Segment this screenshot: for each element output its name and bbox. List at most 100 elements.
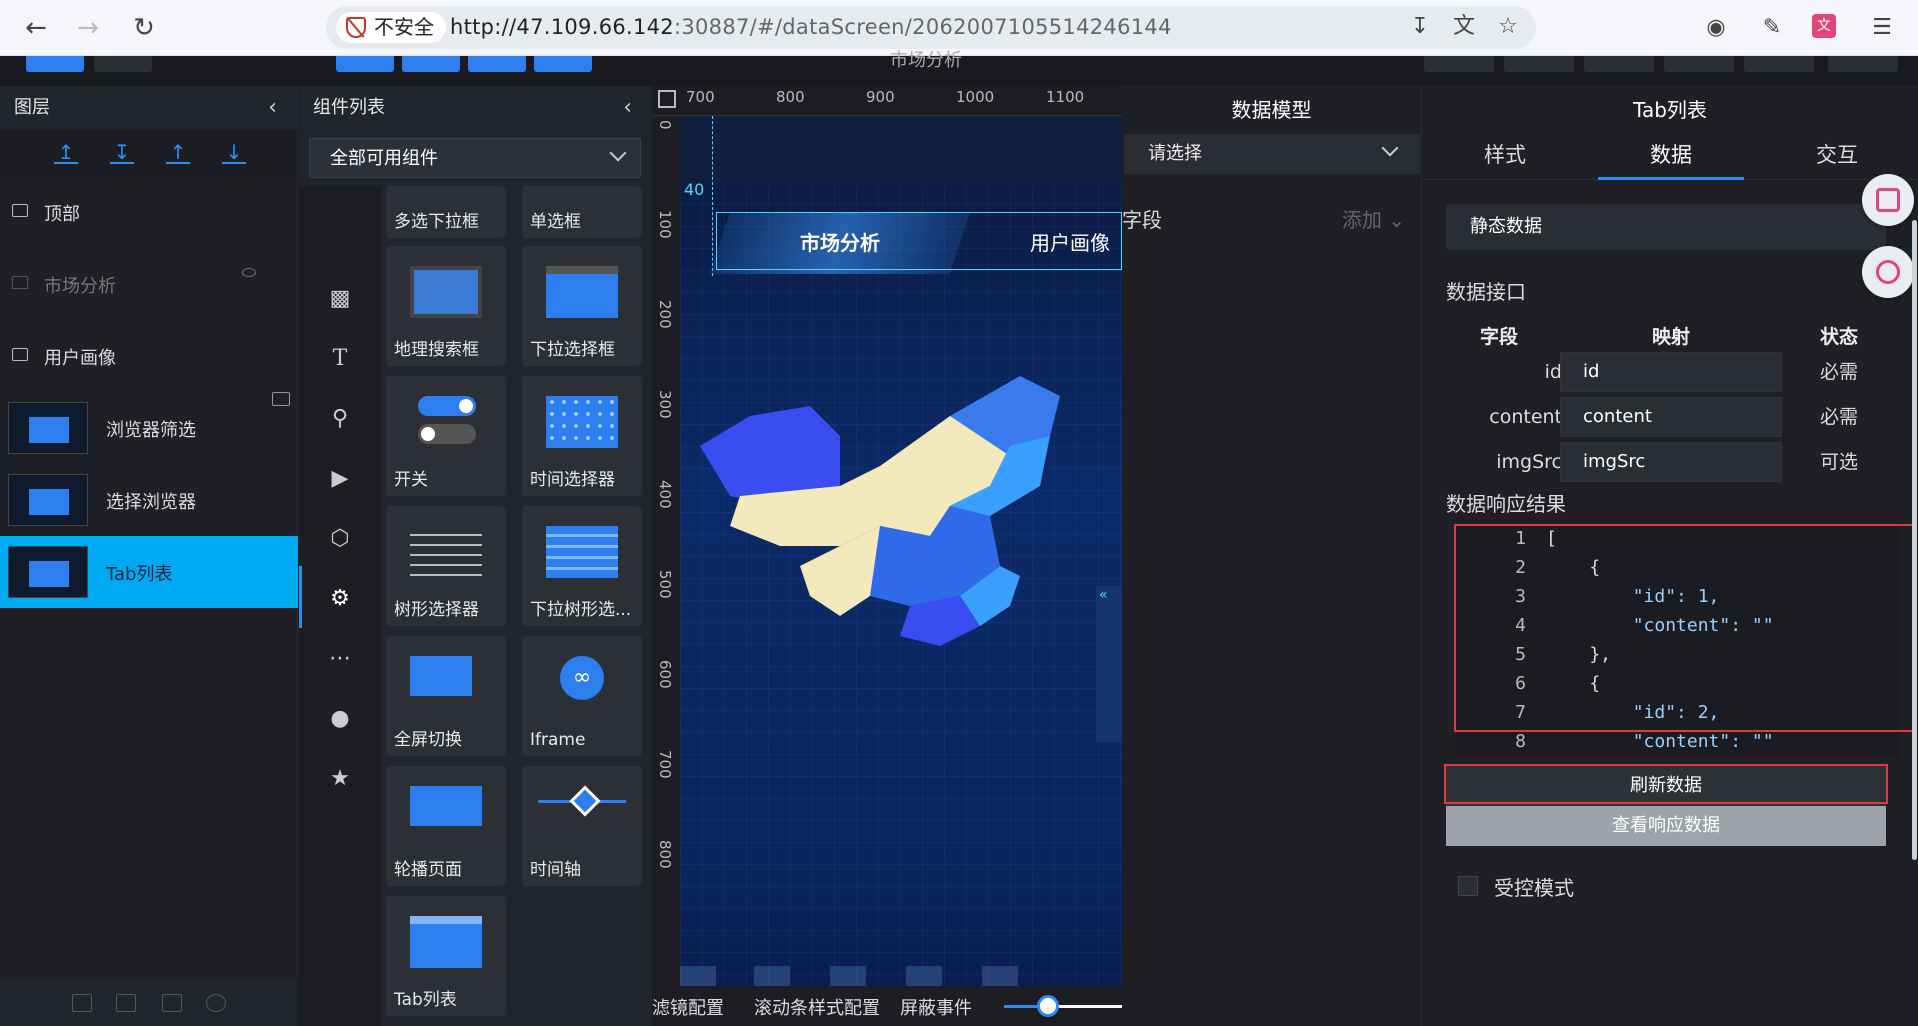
hidden-eye-icon[interactable] bbox=[242, 268, 256, 277]
delete-icon[interactable] bbox=[116, 994, 136, 1012]
component-card[interactable]: 下拉选择框 bbox=[522, 246, 642, 366]
shield-icon bbox=[346, 17, 366, 38]
apps-float-icon[interactable] bbox=[1862, 174, 1914, 226]
publish-button[interactable] bbox=[1584, 56, 1654, 72]
tab-interaction[interactable]: 交互 bbox=[1754, 134, 1918, 176]
chevron-down-icon bbox=[609, 144, 627, 162]
data-source-select[interactable]: 静态数据 bbox=[1446, 204, 1886, 250]
security-indicator[interactable]: 不安全 bbox=[336, 12, 446, 43]
china-map[interactable] bbox=[690, 376, 1110, 776]
component-filter-select[interactable]: 全部可用组件 bbox=[309, 138, 641, 178]
collapse-icon[interactable]: ‹ bbox=[268, 86, 277, 130]
card-label: Tab列表 bbox=[394, 990, 457, 1010]
expand-icon[interactable]: « bbox=[1096, 586, 1122, 604]
block-events-tab[interactable]: 屏蔽事件 bbox=[900, 994, 972, 1020]
data-model-select[interactable]: 请选择 bbox=[1124, 134, 1420, 174]
move-top-icon[interactable]: ↑ bbox=[166, 140, 190, 164]
move-bottom-icon[interactable]: ↓ bbox=[222, 140, 246, 164]
folder-icon[interactable] bbox=[72, 994, 92, 1012]
component-card[interactable]: ∞ Iframe bbox=[522, 636, 642, 756]
header-button-2[interactable] bbox=[94, 56, 152, 72]
address-bar[interactable]: 不安全 http://47.109.66.142:30887/#/dataScr… bbox=[326, 6, 1536, 49]
tab-style[interactable]: 样式 bbox=[1422, 134, 1588, 176]
move-up-icon[interactable]: ↥ bbox=[54, 140, 78, 164]
ruler-corner-icon[interactable] bbox=[658, 90, 676, 108]
eye-icon[interactable] bbox=[206, 994, 226, 1012]
menu-icon[interactable]: ☰ bbox=[1868, 14, 1896, 42]
selection-box[interactable] bbox=[716, 212, 1122, 270]
reload-icon[interactable]: ↻ bbox=[128, 12, 160, 44]
offset-label: 40 bbox=[684, 180, 705, 199]
record-button[interactable] bbox=[1504, 56, 1574, 72]
controlled-mode-checkbox[interactable] bbox=[1458, 876, 1478, 896]
view-response-button[interactable]: 查看响应数据 bbox=[1446, 806, 1886, 846]
component-card[interactable]: 树形选择器 bbox=[386, 506, 506, 626]
mapping-input[interactable]: content bbox=[1560, 397, 1782, 437]
component-card[interactable]: 下拉树形选... bbox=[522, 506, 642, 626]
component-card[interactable]: 时间轴 bbox=[522, 766, 642, 886]
page-scrollbar[interactable] bbox=[1912, 220, 1917, 860]
layer-item-selected[interactable]: Tab列表 bbox=[0, 536, 298, 608]
url-text[interactable]: http://47.109.66.142:30887/#/dataScreen/… bbox=[450, 6, 1172, 49]
screen-stage[interactable]: 40 市场分析 用户画像 « bbox=[680, 116, 1122, 1026]
favorite-star-icon[interactable]: ★ bbox=[327, 766, 353, 792]
lock-icon[interactable] bbox=[162, 994, 182, 1012]
component-card[interactable]: 全屏切换 bbox=[386, 636, 506, 756]
mapping-input[interactable]: id bbox=[1560, 352, 1782, 392]
header-button-1[interactable] bbox=[26, 56, 84, 72]
extension-translate-icon[interactable]: 文 bbox=[1812, 14, 1836, 38]
zoom-handle[interactable] bbox=[1036, 995, 1059, 1017]
star-icon[interactable]: ☆ bbox=[1494, 13, 1522, 41]
config-toggle-icon[interactable] bbox=[468, 56, 526, 72]
ruler-y-label: 300 bbox=[656, 390, 674, 419]
screen-button[interactable] bbox=[1744, 56, 1814, 72]
control-icon[interactable]: ⚙ bbox=[299, 566, 353, 628]
forward-icon[interactable]: → bbox=[72, 12, 104, 44]
translate-float-icon[interactable] bbox=[1862, 246, 1914, 298]
layer-item[interactable]: 选择浏览器 bbox=[0, 464, 298, 536]
properties-tabs: 样式 数据 交互 bbox=[1422, 134, 1918, 180]
install-icon[interactable]: ↧ bbox=[1406, 13, 1434, 41]
component-card[interactable]: 时间选择器 bbox=[522, 376, 642, 496]
components-toggle-icon[interactable] bbox=[402, 56, 460, 72]
preview-button[interactable] bbox=[1424, 56, 1494, 72]
map-pin-icon[interactable]: ⚲ bbox=[327, 406, 353, 432]
tab-data[interactable]: 数据 bbox=[1588, 134, 1754, 180]
collapse-icon[interactable]: ‹ bbox=[623, 86, 632, 130]
component-card[interactable]: 地理搜索框 bbox=[386, 246, 506, 366]
filter-config-tab[interactable]: 滤镜配置 bbox=[652, 994, 724, 1020]
mapping-input[interactable]: imgSrc bbox=[1560, 442, 1782, 482]
text-icon[interactable]: T bbox=[327, 346, 353, 372]
layer-item[interactable]: 市场分析 bbox=[0, 248, 298, 320]
user-icon[interactable]: ● bbox=[327, 706, 353, 732]
back-icon[interactable]: ← bbox=[20, 12, 52, 44]
info-button[interactable] bbox=[1664, 56, 1734, 72]
component-card[interactable]: 开关 bbox=[386, 376, 506, 496]
profile-icon[interactable]: ◉ bbox=[1702, 14, 1730, 42]
layer-item[interactable]: 用户画像 bbox=[0, 320, 298, 392]
column-mapping: 映射 bbox=[1652, 326, 1691, 348]
save-button[interactable] bbox=[1828, 56, 1898, 72]
component-card[interactable]: Tab列表 bbox=[386, 896, 506, 1016]
move-down-icon[interactable]: ↧ bbox=[110, 140, 134, 164]
layer-item[interactable]: 浏览器筛选 bbox=[0, 392, 298, 464]
map-legend-strip[interactable]: « bbox=[1096, 586, 1122, 742]
data-toggle-icon[interactable] bbox=[534, 56, 592, 72]
component-card[interactable]: 轮播页面 bbox=[386, 766, 506, 886]
zoom-slider[interactable] bbox=[1004, 995, 1122, 1017]
card-label: 多选下拉框 bbox=[394, 212, 479, 232]
chart-icon[interactable]: ▩ bbox=[327, 286, 353, 312]
more-icon[interactable]: ⋯ bbox=[327, 646, 353, 672]
add-field-button[interactable]: 添加 ⌄ bbox=[1342, 204, 1405, 233]
component-card[interactable]: 单选框 bbox=[522, 186, 642, 238]
scrollbar-config-tab[interactable]: 滚动条样式配置 bbox=[754, 994, 880, 1020]
media-icon[interactable]: ▶ bbox=[327, 466, 353, 492]
translate-icon[interactable]: 文 bbox=[1450, 13, 1478, 41]
editor-canvas[interactable]: 700 800 900 1000 1100 0 100 200 300 400 … bbox=[652, 86, 1122, 1026]
ungroup-icon[interactable] bbox=[272, 392, 290, 406]
component-card[interactable]: 多选下拉框 bbox=[386, 186, 506, 238]
extensions-icon[interactable]: ✎ bbox=[1758, 14, 1786, 42]
cube-icon[interactable]: ⬡ bbox=[327, 526, 353, 552]
layers-toggle-icon[interactable] bbox=[336, 56, 394, 72]
layer-item[interactable]: 顶部 bbox=[0, 176, 298, 248]
